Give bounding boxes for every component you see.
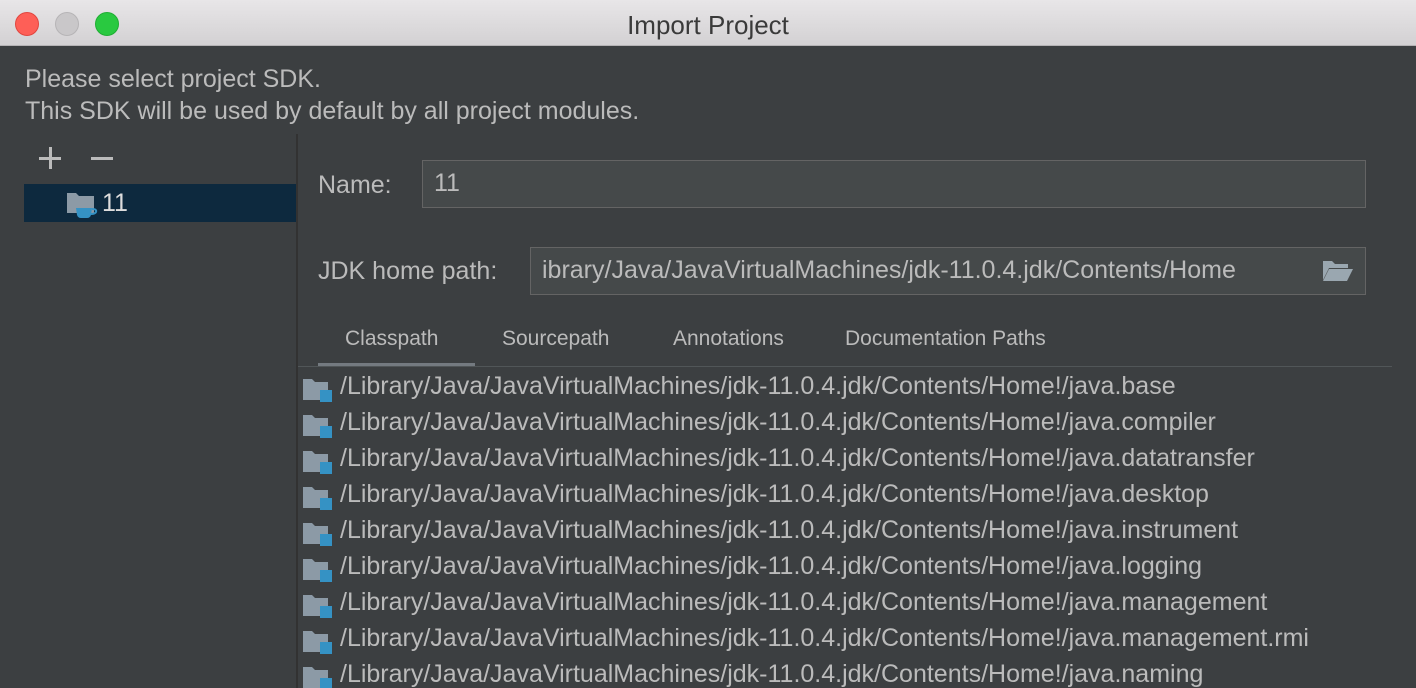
list-item[interactable]: /Library/Java/JavaVirtualMachines/jdk-11… bbox=[298, 370, 1392, 406]
jdk-home-path-label: JDK home path: bbox=[318, 257, 498, 285]
window-title: Import Project bbox=[627, 10, 789, 40]
title-bar: Import Project bbox=[0, 0, 1416, 46]
classpath-entry: /Library/Java/JavaVirtualMachines/jdk-11… bbox=[340, 408, 1216, 436]
classpath-entry: /Library/Java/JavaVirtualMachines/jdk-11… bbox=[340, 372, 1176, 400]
folder-open-icon[interactable] bbox=[1322, 258, 1354, 284]
instruction-subtext: This SDK will be used by default by all … bbox=[25, 97, 640, 125]
classpath-entry: /Library/Java/JavaVirtualMachines/jdk-11… bbox=[340, 480, 1209, 508]
instruction-text: Please select project SDK. bbox=[25, 65, 321, 93]
classpath-entry: /Library/Java/JavaVirtualMachines/jdk-11… bbox=[340, 624, 1309, 652]
module-folder-icon bbox=[303, 667, 332, 688]
list-item[interactable]: /Library/Java/JavaVirtualMachines/jdk-11… bbox=[298, 442, 1392, 478]
module-folder-icon bbox=[303, 523, 332, 546]
classpath-entry: /Library/Java/JavaVirtualMachines/jdk-11… bbox=[340, 660, 1204, 688]
sdk-list: 11 bbox=[24, 184, 296, 688]
name-label: Name: bbox=[318, 171, 392, 199]
classpath-entry: /Library/Java/JavaVirtualMachines/jdk-11… bbox=[340, 588, 1268, 616]
tab-annotations[interactable]: Annotations bbox=[673, 327, 784, 351]
module-folder-icon bbox=[303, 595, 332, 618]
tab-classpath[interactable]: Classpath bbox=[345, 327, 438, 351]
jdk-home-path-value: ibrary/Java/JavaVirtualMachines/jdk-11.0… bbox=[542, 256, 1236, 284]
jdk-folder-icon bbox=[67, 193, 98, 218]
module-folder-icon bbox=[303, 487, 332, 510]
classpath-entry: /Library/Java/JavaVirtualMachines/jdk-11… bbox=[340, 516, 1239, 544]
list-item[interactable]: /Library/Java/JavaVirtualMachines/jdk-11… bbox=[298, 550, 1392, 586]
tab-sourcepath[interactable]: Sourcepath bbox=[502, 327, 609, 351]
jdk-home-path-field[interactable]: ibrary/Java/JavaVirtualMachines/jdk-11.0… bbox=[530, 247, 1366, 295]
classpath-list: /Library/Java/JavaVirtualMachines/jdk-11… bbox=[298, 370, 1392, 688]
remove-sdk-button[interactable] bbox=[87, 143, 117, 173]
list-item[interactable]: /Library/Java/JavaVirtualMachines/jdk-11… bbox=[298, 658, 1392, 688]
tab-documentation-paths[interactable]: Documentation Paths bbox=[845, 327, 1046, 351]
list-item[interactable]: /Library/Java/JavaVirtualMachines/jdk-11… bbox=[298, 586, 1392, 622]
add-sdk-button[interactable] bbox=[35, 143, 65, 173]
module-folder-icon bbox=[303, 415, 332, 438]
name-field[interactable]: 11 bbox=[422, 160, 1366, 208]
list-item[interactable]: /Library/Java/JavaVirtualMachines/jdk-11… bbox=[298, 478, 1392, 514]
tabs-separator bbox=[298, 366, 1392, 367]
list-item[interactable]: /Library/Java/JavaVirtualMachines/jdk-11… bbox=[298, 514, 1392, 550]
classpath-entry: /Library/Java/JavaVirtualMachines/jdk-11… bbox=[340, 444, 1255, 472]
classpath-entry: /Library/Java/JavaVirtualMachines/jdk-11… bbox=[340, 552, 1203, 580]
module-folder-icon bbox=[303, 451, 332, 474]
sdk-name-label: 11 bbox=[102, 189, 128, 217]
sdk-list-item[interactable]: 11 bbox=[24, 184, 296, 222]
module-folder-icon bbox=[303, 631, 332, 654]
module-folder-icon bbox=[303, 559, 332, 582]
list-item[interactable]: /Library/Java/JavaVirtualMachines/jdk-11… bbox=[298, 406, 1392, 442]
module-folder-icon bbox=[303, 379, 332, 402]
list-item[interactable]: /Library/Java/JavaVirtualMachines/jdk-11… bbox=[298, 622, 1392, 658]
